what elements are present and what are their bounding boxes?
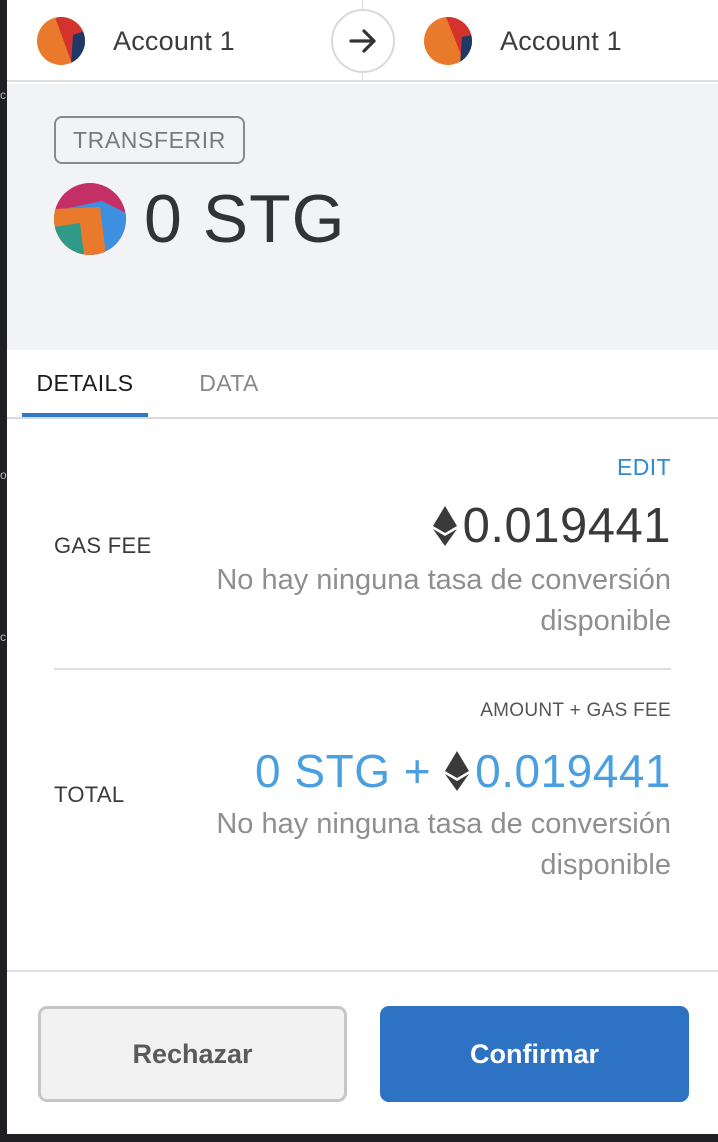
token-amount-row: 0 STG bbox=[54, 181, 346, 257]
total-token-amount: 0 STG + bbox=[255, 745, 432, 797]
edit-gas-link[interactable]: EDIT bbox=[617, 454, 671, 481]
sender-avatar bbox=[37, 17, 85, 65]
gas-fee-conversion-note: No hay ninguna tasa de conversión dispon… bbox=[216, 564, 671, 637]
token-avatar bbox=[54, 183, 126, 255]
details-divider bbox=[54, 668, 671, 670]
details-tabs: DETAILS DATA bbox=[7, 350, 718, 419]
background-window-edge-3: c bbox=[0, 630, 6, 644]
sender-recipient-header: Account 1 Account 1 bbox=[7, 0, 718, 82]
sender-account-name: Account 1 bbox=[113, 25, 235, 56]
gas-fee-amount: 0.019441 bbox=[462, 499, 671, 553]
active-tab-indicator bbox=[22, 413, 148, 417]
tab-details[interactable]: DETAILS bbox=[22, 350, 148, 417]
transaction-details: EDIT GAS FEE 0.019441 No hay ninguna tas… bbox=[7, 420, 718, 970]
transaction-action-badge: TRANSFERIR bbox=[54, 116, 245, 164]
total-eth-amount: 0.019441 bbox=[475, 745, 671, 797]
tab-data[interactable]: DATA bbox=[181, 350, 277, 417]
ethereum-icon bbox=[445, 751, 470, 791]
sender-account[interactable]: Account 1 bbox=[7, 0, 362, 82]
background-window-edge-1: c bbox=[0, 88, 6, 102]
total-subtitle: AMOUNT + GAS FEE bbox=[480, 700, 671, 721]
transaction-summary: TRANSFERIR 0 STG bbox=[7, 84, 718, 350]
total-conversion-note: No hay ninguna tasa de conversión dispon… bbox=[216, 808, 671, 881]
action-footer: Rechazar Confirmar bbox=[7, 970, 718, 1134]
gas-fee-label: GAS FEE bbox=[54, 533, 152, 558]
background-window-edge-2: o bbox=[0, 468, 7, 482]
confirm-transaction-panel: Account 1 Account 1 TRANSFERIR 0 STG DET… bbox=[7, 0, 718, 1134]
reject-button[interactable]: Rechazar bbox=[38, 1006, 347, 1102]
ethereum-icon bbox=[432, 506, 457, 546]
token-amount: 0 STG bbox=[144, 181, 346, 257]
recipient-account[interactable]: Account 1 bbox=[362, 0, 718, 82]
gas-fee-value: 0.019441 bbox=[432, 498, 671, 554]
recipient-avatar bbox=[424, 17, 472, 65]
confirm-button[interactable]: Confirmar bbox=[380, 1006, 689, 1102]
recipient-account-name: Account 1 bbox=[500, 25, 622, 56]
total-value: 0 STG + 0.019441 bbox=[255, 744, 671, 798]
